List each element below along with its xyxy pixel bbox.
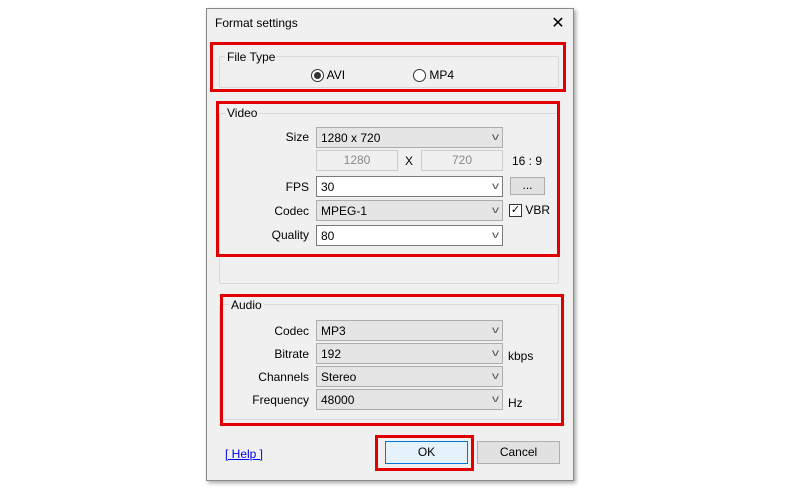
close-icon[interactable]: ✕ xyxy=(550,13,566,33)
dialog-title: Format settings xyxy=(215,16,298,30)
highlight-box xyxy=(220,294,564,426)
highlight-box xyxy=(210,42,566,92)
highlight-box xyxy=(216,101,560,257)
highlight-box xyxy=(375,435,474,471)
help-link[interactable]: [ Help ] xyxy=(225,447,263,461)
cancel-button[interactable]: Cancel xyxy=(477,441,560,464)
